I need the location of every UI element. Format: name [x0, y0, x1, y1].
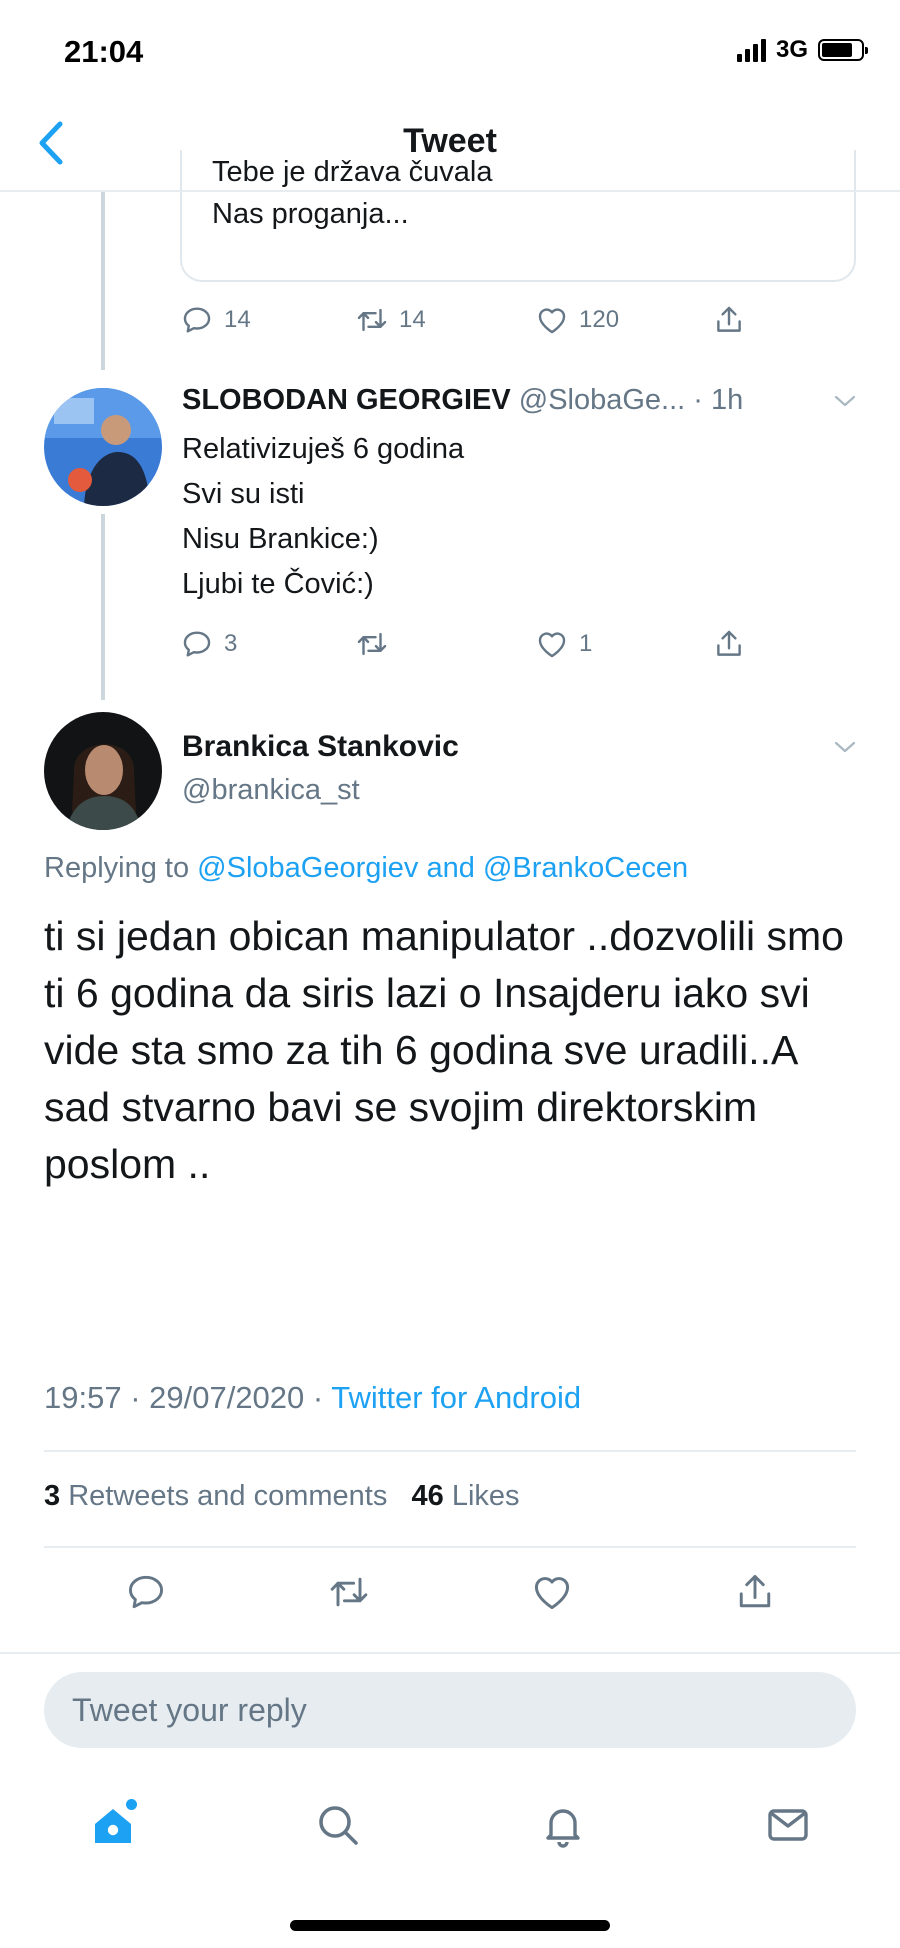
reply-text-line: Ljubi te Čović:): [182, 568, 374, 600]
share-icon: [717, 306, 741, 332]
share-icon: [739, 1574, 770, 1608]
tweet-text: ti si jedan obican manipulator ..dozvoli…: [44, 913, 844, 1187]
like-label: Likes: [451, 1480, 520, 1512]
retweet-icon: [357, 632, 387, 656]
reply-button[interactable]: 3: [180, 627, 237, 661]
share-button[interactable]: [712, 303, 746, 337]
likes-link[interactable]: 46 Likes: [412, 1480, 520, 1512]
like-count: 120: [579, 306, 620, 333]
author-name[interactable]: Brankica Stankovic: [182, 730, 459, 764]
reply-count: 3: [224, 630, 238, 657]
tweet-action-bar: [44, 1570, 856, 1614]
avatar[interactable]: [44, 712, 162, 830]
reply-input[interactable]: [44, 1672, 856, 1748]
notifications-icon: [545, 1809, 580, 1848]
tweet-source-link[interactable]: Twitter for Android: [331, 1380, 581, 1415]
replying-prefix: Replying to: [44, 852, 190, 884]
reply-text-line: Relativizuješ 6 godina: [182, 433, 465, 465]
like-button[interactable]: [530, 1570, 574, 1614]
tweet-menu-button[interactable]: [830, 732, 860, 767]
mention-link[interactable]: @SlobaGeorgiev: [197, 852, 418, 884]
retweets-link[interactable]: 3 Retweets and comments: [44, 1480, 387, 1512]
reply-text-line: Nisu Brankice:): [182, 523, 379, 555]
nav-divider: [0, 190, 900, 192]
avatar-image: [44, 388, 162, 506]
like-count: 1: [579, 630, 593, 657]
reply-icon: [183, 307, 211, 333]
mention-link[interactable]: @BrankoCecen: [483, 852, 688, 884]
reply-text-line: Svi su isti: [182, 478, 305, 510]
notification-dot: [125, 1799, 137, 1810]
retweet-button[interactable]: [355, 627, 389, 661]
like-total: 46: [411, 1480, 444, 1512]
tab-messages[interactable]: [758, 1795, 818, 1855]
quoted-tweet-card[interactable]: Tebe je država čuvala Nas proganja...: [180, 150, 856, 282]
tweet-meta: 19:57 · 29/07/2020 · Twitter for Android: [44, 1380, 581, 1416]
like-icon: [534, 1577, 569, 1610]
tab-home[interactable]: [83, 1795, 143, 1855]
reply-icon: [183, 631, 211, 657]
chevron-down-icon: [834, 395, 856, 407]
search-icon: [318, 1806, 358, 1845]
reply-button[interactable]: 14: [180, 303, 251, 337]
like-icon: [538, 632, 566, 658]
reply-count: 14: [224, 306, 251, 333]
reply-author[interactable]: SLOBODAN GEORGIEV @SlobaGe... · 1h: [182, 384, 743, 417]
battery-icon: [818, 39, 868, 61]
reply-icon: [128, 1575, 163, 1609]
thread-line: [101, 192, 105, 370]
chevron-down-icon: [834, 741, 856, 753]
share-button[interactable]: [733, 1570, 777, 1614]
retweet-label: Retweets and comments: [68, 1480, 388, 1512]
retweet-button[interactable]: [327, 1570, 371, 1614]
quoted-text-line: Nas proganja...: [212, 198, 409, 230]
retweet-icon: [330, 1577, 367, 1607]
messages-icon: [767, 1809, 808, 1841]
like-button[interactable]: 120: [535, 303, 619, 337]
retweet-button[interactable]: 14: [355, 303, 426, 337]
divider: [44, 1546, 856, 1548]
reply-author-name: SLOBODAN GEORGIEV: [182, 384, 511, 416]
share-button[interactable]: [712, 627, 746, 661]
avatar-image: [44, 712, 162, 830]
tab-notifications[interactable]: [533, 1795, 593, 1855]
engagement-counts: 3 Retweets and comments 46 Likes: [44, 1480, 520, 1513]
retweet-total: 3: [44, 1480, 61, 1512]
author-handle[interactable]: @brankica_st: [182, 774, 360, 807]
tab-bar: [0, 1790, 900, 1860]
status-time: 21:04: [64, 34, 144, 69]
divider: [44, 1450, 856, 1452]
signal-icon: [736, 38, 766, 62]
reply-time: · 1h: [693, 384, 744, 416]
share-icon: [717, 630, 741, 656]
tweet-timestamp: 19:57 · 29/07/2020 ·: [44, 1380, 324, 1415]
network-type: 3G: [775, 36, 808, 63]
and-word: and: [426, 852, 475, 884]
replying-to: Replying to @SlobaGeorgiev and @BrankoCe…: [44, 852, 688, 885]
tab-search[interactable]: [308, 1795, 368, 1855]
home-indicator: [290, 1920, 610, 1931]
reply-button[interactable]: [124, 1570, 168, 1614]
quoted-text-line: Tebe je država čuvala: [212, 156, 493, 188]
like-button[interactable]: 1: [535, 627, 592, 661]
status-indicators: 3G: [736, 36, 868, 64]
compose-divider: [0, 1652, 900, 1654]
thread-line: [101, 514, 105, 700]
retweet-icon: [357, 308, 387, 332]
like-icon: [538, 308, 566, 334]
retweet-count: 14: [399, 306, 426, 333]
avatar[interactable]: [44, 388, 162, 506]
tweet-menu-button[interactable]: [830, 386, 860, 421]
reply-author-handle: @SlobaGe...: [518, 384, 686, 416]
